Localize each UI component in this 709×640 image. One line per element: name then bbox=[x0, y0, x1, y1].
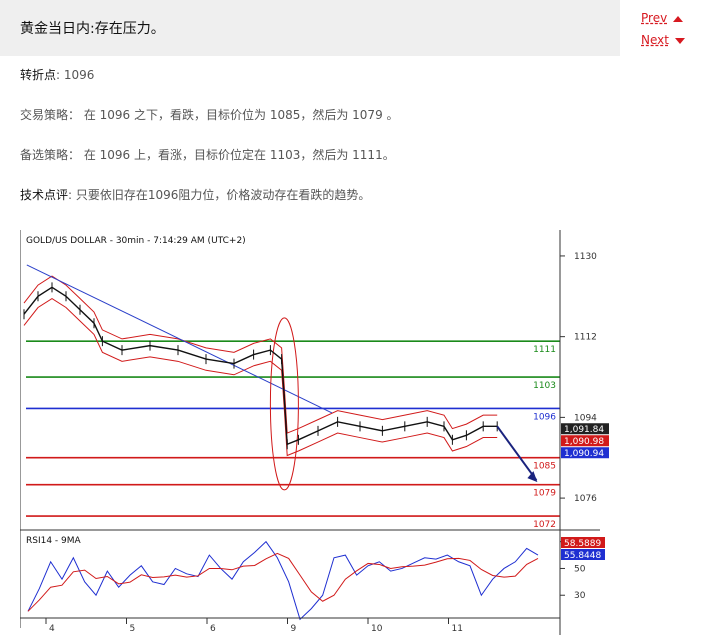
prev-link[interactable]: Prev bbox=[641, 11, 684, 25]
rsi-tick-label: 50 bbox=[574, 564, 586, 574]
price-tag: 1,090.98 bbox=[564, 437, 604, 447]
price-tag: 1,091.84 bbox=[564, 425, 604, 435]
strategy-line: 交易策略： 在 1096 之下，看跌，目标价位为 1085，然后为 1079 。 bbox=[20, 106, 399, 123]
pivot-value: : 1096 bbox=[56, 68, 95, 82]
price-tag: 1,090.94 bbox=[564, 449, 604, 459]
price-chart: 111111031096108510791072 70503058.588955… bbox=[19, 230, 620, 635]
time-tick-label: 4 bbox=[49, 624, 55, 634]
chart-title: GOLD/US DOLLAR - 30min - 7:14:29 AM (UTC… bbox=[26, 236, 246, 246]
header-bar: 黄金当日内:存在压力。 bbox=[0, 0, 620, 56]
strategy-label: 交易策略 bbox=[20, 108, 69, 122]
comment-line: 技术点评: 只要依旧存在1096阻力位，价格波动存在看跌的趋势。 bbox=[20, 186, 370, 203]
prev-label: Prev bbox=[641, 11, 668, 25]
rsi-tag: 58.5889 bbox=[564, 539, 601, 549]
next-link[interactable]: Next bbox=[641, 33, 685, 47]
time-tick-label: 5 bbox=[130, 624, 136, 634]
price-tick-label: 1076 bbox=[574, 494, 597, 504]
rsi-tick-label: 30 bbox=[574, 591, 586, 601]
alt-strategy-line: 备选策略： 在 1096 上，看涨，目标价位定在 1103，然后为 1111。 bbox=[20, 146, 395, 163]
level-label-1111: 1111 bbox=[533, 345, 556, 355]
chart-container: 111111031096108510791072 70503058.588955… bbox=[19, 230, 620, 639]
time-tick-label: 10 bbox=[371, 624, 383, 634]
level-label-1085: 1085 bbox=[533, 462, 556, 472]
pivot-line: 转折点: 1096 bbox=[20, 66, 94, 83]
level-label-1096: 1096 bbox=[533, 412, 556, 422]
triangle-down-icon bbox=[674, 37, 685, 44]
triangle-up-icon bbox=[673, 15, 684, 22]
strategy-text: ： 在 1096 之下，看跌，目标价位为 1085，然后为 1079 。 bbox=[68, 108, 399, 122]
time-tick-label: 6 bbox=[210, 624, 216, 634]
page-title: 黄金当日内:存在压力。 bbox=[20, 21, 165, 37]
rsi-tag: 55.8448 bbox=[564, 551, 601, 561]
alt-strategy-label: 备选策略 bbox=[20, 148, 69, 162]
price-tick-label: 1112 bbox=[574, 333, 597, 343]
price-tick-label: 1130 bbox=[574, 252, 597, 262]
alt-strategy-text: ： 在 1096 上，看涨，目标价位定在 1103，然后为 1111。 bbox=[68, 148, 395, 162]
pivot-label: 转折点 bbox=[20, 68, 57, 82]
time-tick-label: 9 bbox=[291, 624, 297, 634]
level-label-1079: 1079 bbox=[533, 489, 556, 499]
next-label: Next bbox=[641, 33, 669, 47]
level-label-1103: 1103 bbox=[533, 381, 556, 391]
price-tick-label: 1094 bbox=[574, 413, 597, 423]
time-tick-label: 11 bbox=[452, 624, 463, 634]
comment-text: : 只要依旧存在1096阻力位，价格波动存在看跌的趋势。 bbox=[68, 188, 371, 202]
level-label-1072: 1072 bbox=[533, 520, 556, 530]
rsi-title: RSI14 - 9MA bbox=[26, 536, 82, 546]
comment-label: 技术点评 bbox=[20, 188, 69, 202]
